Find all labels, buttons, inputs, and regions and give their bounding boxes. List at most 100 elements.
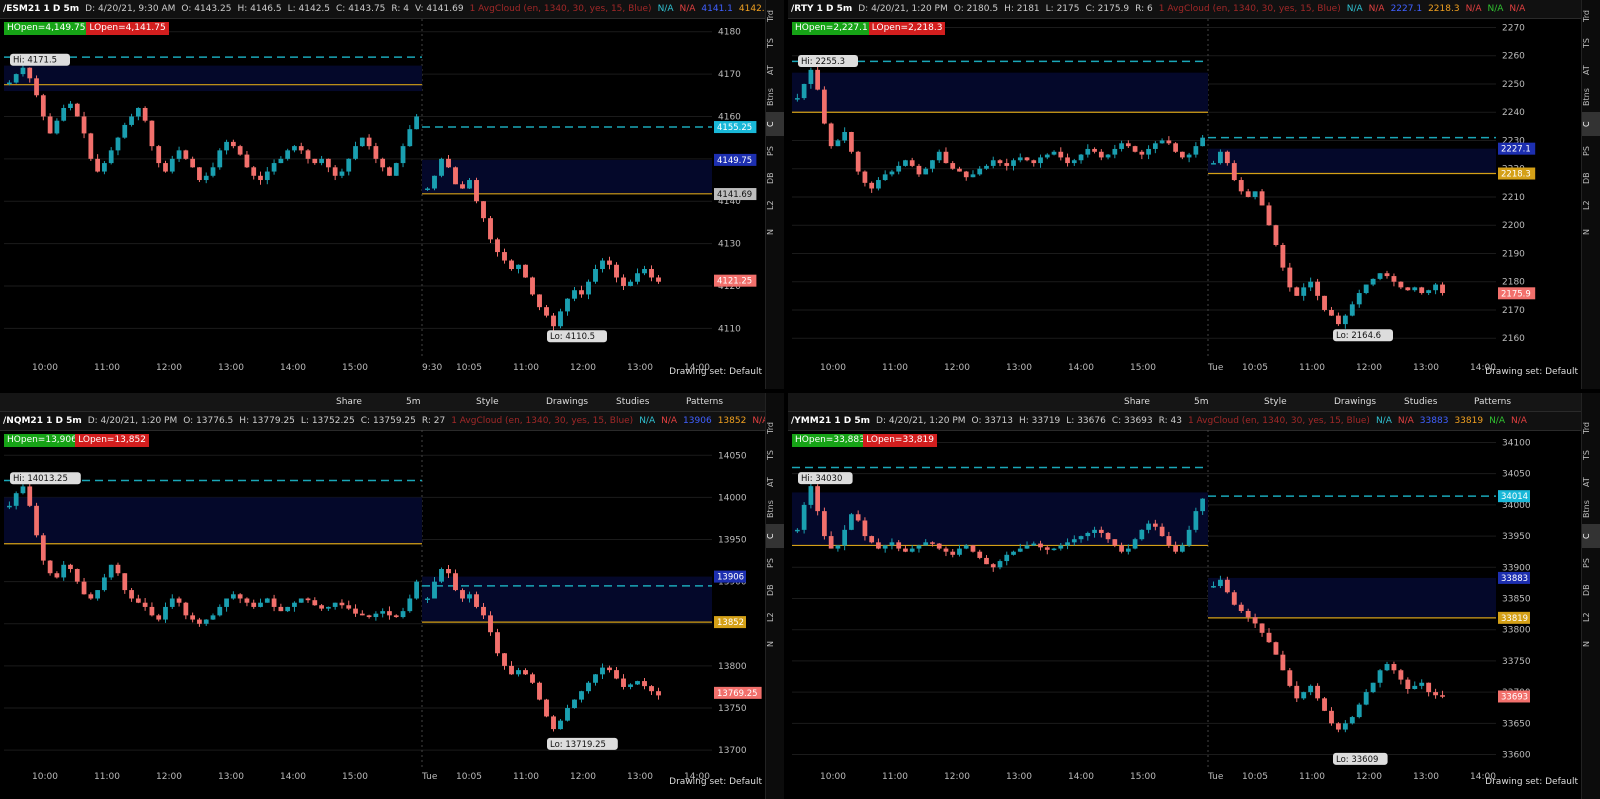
price-chart[interactable]: 1370013750138001385013900139501400014050… (0, 393, 766, 799)
candle (558, 311, 563, 327)
side-tab-ps[interactable]: PS (766, 551, 784, 575)
candle (1112, 539, 1118, 546)
side-tab-trd[interactable]: Trd (1582, 416, 1600, 440)
side-tab-at[interactable]: AT (1582, 58, 1600, 82)
x-tick-label: 11:00 (882, 363, 908, 373)
side-tab-btns[interactable]: Btns (766, 85, 784, 109)
candle (950, 551, 956, 555)
price-chart[interactable]: 4110412041304140415041604170418010:0011:… (0, 0, 766, 389)
candle (808, 486, 814, 505)
x-tick-label: 11:00 (1299, 772, 1325, 782)
side-tab-c[interactable]: C (766, 524, 784, 548)
candle (1166, 536, 1172, 546)
side-tab-ts[interactable]: TS (766, 443, 784, 467)
candle (801, 504, 807, 530)
candle (183, 602, 189, 616)
candle (1335, 723, 1341, 730)
side-tab-at[interactable]: AT (766, 58, 784, 82)
candle (1356, 704, 1362, 718)
drawing-set-label[interactable]: Drawing set: Default (669, 367, 762, 377)
low-label: Lo: 13719.25 (550, 740, 606, 750)
y-tick-label: 33600 (1502, 751, 1531, 761)
side-tab-c[interactable]: C (766, 112, 784, 136)
candle (558, 720, 563, 730)
side-tab-db[interactable]: DB (1582, 166, 1600, 190)
x-tick-label: 15:00 (1130, 772, 1156, 782)
side-tab-ts[interactable]: TS (1582, 443, 1600, 467)
y-tick-label: 2180 (1502, 278, 1525, 288)
drawing-set-label[interactable]: Drawing set: Default (1485, 777, 1578, 787)
side-tab-ps[interactable]: PS (1582, 139, 1600, 163)
candle (1412, 287, 1418, 291)
candle (990, 564, 996, 568)
side-tab-n[interactable]: N (766, 220, 784, 244)
side-tab-c[interactable]: C (1582, 112, 1600, 136)
price-chart[interactable]: 3360033650337003375033800338503390033950… (788, 393, 1582, 799)
nq-chart-panel[interactable]: Share 5m Style Drawings Studies Patterns/NQM2… (0, 393, 784, 799)
side-tab-l2[interactable]: L2 (766, 193, 784, 217)
candle (258, 175, 263, 181)
candle (1315, 685, 1321, 699)
candle (984, 165, 989, 169)
candle (984, 557, 989, 565)
side-tab-db[interactable]: DB (1582, 578, 1600, 602)
candle (1065, 542, 1070, 546)
candle (1294, 685, 1300, 699)
candle (68, 564, 73, 570)
ym-chart-panel[interactable]: Share 5m Style Drawings Studies Patterns/YMM2… (788, 393, 1600, 799)
x-tick-label: 10:00 (820, 772, 846, 782)
side-tab-trd[interactable]: Trd (1582, 4, 1600, 28)
side-tab-ts[interactable]: TS (1582, 31, 1600, 55)
candle (54, 120, 60, 134)
side-tab-at[interactable]: AT (766, 470, 784, 494)
candle (1266, 632, 1272, 643)
candle (1146, 523, 1151, 530)
side-tab-trd[interactable]: Trd (766, 4, 784, 28)
side-tab-btns[interactable]: Btns (1582, 497, 1600, 521)
candle (1098, 151, 1104, 158)
side-tab-l2[interactable]: L2 (1582, 193, 1600, 217)
side-tab-ps[interactable]: PS (766, 139, 784, 163)
side-tab-c[interactable]: C (1582, 524, 1600, 548)
side-tab-n[interactable]: N (1582, 632, 1600, 656)
candle (88, 594, 94, 599)
candle (163, 163, 168, 172)
candle (156, 615, 162, 620)
candle (1419, 682, 1425, 686)
candle (176, 150, 182, 159)
side-tab-n[interactable]: N (1582, 220, 1600, 244)
candle (453, 573, 458, 591)
candle (122, 573, 128, 591)
x-tick-label: 10:05 (1242, 363, 1268, 373)
side-tab-ts[interactable]: TS (766, 31, 784, 55)
candle (1098, 529, 1104, 533)
drawing-set-label[interactable]: Drawing set: Default (1485, 367, 1578, 377)
side-tab-l2[interactable]: L2 (1582, 605, 1600, 629)
candle (373, 613, 379, 618)
side-tab-n[interactable]: N (766, 632, 784, 656)
price-chart[interactable]: 2160217021802190220022102220223022402250… (788, 0, 1582, 389)
y-tick-label: 2210 (1502, 193, 1525, 203)
opening-range-zone (4, 65, 422, 92)
side-tab-ps[interactable]: PS (1582, 551, 1600, 575)
rty-chart-panel[interactable]: /RTY 1 D 5m D: 4/20/21, 1:20 PM O: 2180.5 H… (788, 0, 1600, 389)
side-tab-l2[interactable]: L2 (766, 605, 784, 629)
side-tab-btns[interactable]: Btns (1582, 85, 1600, 109)
price-label: 13769.25 (717, 689, 758, 699)
x-tick-label: 10:05 (456, 363, 482, 373)
candle (332, 602, 338, 607)
y-tick-label: 13800 (718, 662, 747, 672)
side-tab-btns[interactable]: Btns (766, 497, 784, 521)
candle (1004, 163, 1010, 166)
side-tab-db[interactable]: DB (766, 166, 784, 190)
candle (544, 307, 549, 316)
drawing-set-label[interactable]: Drawing set: Default (669, 777, 762, 787)
candle (1152, 143, 1158, 149)
side-tab-at[interactable]: AT (1582, 470, 1600, 494)
candle (1301, 692, 1307, 699)
side-tab-db[interactable]: DB (766, 578, 784, 602)
candle (1179, 545, 1185, 552)
side-tab-trd[interactable]: Trd (766, 416, 784, 440)
es-chart-panel[interactable]: /ESM21 1 D 5m D: 4/20/21, 9:30 AM O: 4143.… (0, 0, 784, 389)
candle (142, 602, 148, 607)
